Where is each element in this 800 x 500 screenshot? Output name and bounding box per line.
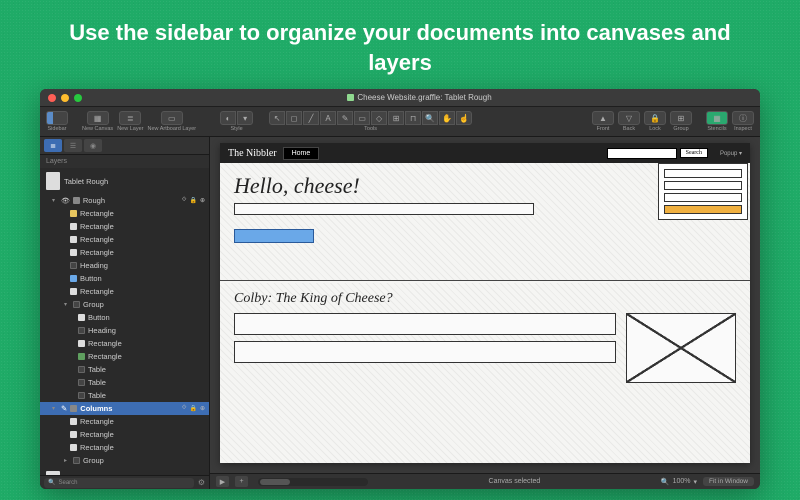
shape-tool[interactable]: ◻ [286, 111, 302, 125]
canvas-item-tablet-refined[interactable]: Tablet Refined [40, 467, 209, 475]
layer-item[interactable]: Rectangle [40, 246, 209, 259]
layer-item[interactable]: Rectangle [40, 428, 209, 441]
layer-item[interactable]: Rectangle [40, 233, 209, 246]
sidebar: ≣ ☰ ◉ Layers Tablet Rough ▾ Rough ⟐🔒⊕ Re… [40, 137, 210, 489]
canvas-page[interactable]: The Nibbler Home Search Popup ▾ Hello, c… [220, 143, 750, 463]
point-tool[interactable]: ◇ [371, 111, 387, 125]
canvas-thumbnail [46, 172, 60, 190]
window-title: Cheese Website.graffle: Tablet Rough [87, 93, 752, 102]
hand-tool[interactable]: ✋ [439, 111, 455, 125]
layer-item[interactable]: Table [40, 363, 209, 376]
toolbar: Sidebar ▦New Canvas ≣New Layer ▭New Artb… [40, 107, 760, 137]
layer-item[interactable]: Heading [40, 324, 209, 337]
stencils-button[interactable]: ▦Stencils [706, 111, 728, 132]
wireframe-rectangle [664, 181, 742, 190]
layer-item[interactable]: Rectangle [40, 441, 209, 454]
back-button[interactable]: ▽Back [618, 111, 640, 132]
canvas-viewport[interactable]: The Nibbler Home Search Popup ▾ Hello, c… [210, 137, 760, 473]
eye-icon[interactable] [61, 196, 70, 205]
wireframe-search-button: Search [680, 148, 708, 158]
magnet-tool[interactable]: ⊓ [405, 111, 421, 125]
pen-tool[interactable]: ✎ [337, 111, 353, 125]
canvas-item-tablet-rough[interactable]: Tablet Rough [40, 168, 209, 194]
statusbar: ▶ + Canvas selected 🔍 100% ▾ Fit in Wind… [210, 473, 760, 489]
layer-group[interactable]: ▾Group [40, 298, 209, 311]
sidebar-search[interactable]: 🔍 Search [44, 478, 194, 488]
add-button[interactable]: + [235, 476, 248, 487]
layer-item[interactable]: Button [40, 272, 209, 285]
sidebar-tab-outline[interactable]: ☰ [64, 139, 82, 152]
layer-item[interactable]: Rectangle [40, 350, 209, 363]
layer-item[interactable]: Button [40, 311, 209, 324]
document-icon [347, 94, 354, 101]
promo-headline: Use the sidebar to organize your documen… [0, 0, 800, 87]
wireframe-image-placeholder [626, 313, 736, 383]
canvas-area: The Nibbler Home Search Popup ▾ Hello, c… [210, 137, 760, 489]
layer-item[interactable]: Table [40, 389, 209, 402]
wireframe-section: Colby: The King of Cheese? [220, 283, 750, 463]
close-icon[interactable] [48, 94, 56, 102]
front-button[interactable]: ▲Front [592, 111, 614, 132]
layer-group[interactable]: ▸Group [40, 454, 209, 467]
sidebar-settings-icon[interactable]: ⚙ [198, 478, 205, 487]
text-tool[interactable]: A [320, 111, 336, 125]
wireframe-rectangle [234, 341, 616, 363]
stamp-tool[interactable]: ⊞ [388, 111, 404, 125]
wireframe-rectangle [234, 313, 616, 335]
app-window: Cheese Website.graffle: Tablet Rough Sid… [40, 89, 760, 489]
layer-columns[interactable]: ▾ Columns ⟐🔒⊕ [40, 402, 209, 415]
artboard-tool[interactable]: ▭ [354, 111, 370, 125]
wireframe-rectangle [664, 193, 742, 202]
lock-button[interactable]: 🔒Lock [644, 111, 666, 132]
new-canvas-button[interactable]: ▦New Canvas [82, 111, 113, 132]
style-picker[interactable]: ◐▾ Style [214, 111, 259, 132]
fit-in-window-button[interactable]: Fit in Window [703, 477, 754, 486]
inspect-button[interactable]: ⓘInspect [732, 111, 754, 132]
layer-item[interactable]: Heading [40, 259, 209, 272]
wireframe-navbar: The Nibbler Home Search Popup ▾ [220, 143, 750, 163]
layer-rough[interactable]: ▾ Rough ⟐🔒⊕ [40, 194, 209, 207]
layer-item[interactable]: Table [40, 376, 209, 389]
select-tool[interactable]: ↖ [269, 111, 285, 125]
wireframe-popup-panel [658, 163, 748, 220]
zoom-control[interactable]: 🔍 100% ▾ [661, 478, 697, 486]
wireframe-home-tab: Home [283, 147, 320, 160]
minimize-icon[interactable] [61, 94, 69, 102]
layer-item[interactable]: Rectangle [40, 207, 209, 220]
wireframe-hero: Hello, cheese! [220, 163, 750, 281]
selection-status: Canvas selected [489, 478, 541, 485]
layer-item[interactable]: Rectangle [40, 337, 209, 350]
layer-item[interactable]: Rectangle [40, 415, 209, 428]
sidebar-tab-selection[interactable]: ◉ [84, 139, 102, 152]
popup-label: Popup ▾ [720, 150, 742, 157]
wireframe-rectangle [664, 169, 742, 178]
wireframe-logo: The Nibbler [228, 148, 277, 159]
sidebar-tabs: ≣ ☰ ◉ [40, 137, 209, 155]
wireframe-search-box [607, 148, 677, 159]
new-layer-button[interactable]: ≣New Layer [117, 111, 143, 132]
titlebar: Cheese Website.graffle: Tablet Rough [40, 89, 760, 107]
sidebar-section-header: Layers [40, 155, 209, 168]
zoom-icon[interactable] [74, 94, 82, 102]
layer-item[interactable]: Rectangle [40, 285, 209, 298]
wireframe-rectangle [664, 205, 742, 214]
wireframe-section-heading: Colby: The King of Cheese? [234, 291, 736, 307]
new-artboard-layer-button[interactable]: ▭New Artboard Layer [147, 111, 196, 132]
tools-strip: ↖ ◻ ╱ A ✎ ▭ ◇ ⊞ ⊓ 🔍 ✋ ☝ Tools [263, 111, 478, 132]
wireframe-button [234, 229, 314, 243]
horizontal-scrollbar[interactable] [258, 478, 368, 486]
wireframe-rectangle [234, 203, 534, 215]
browse-tool[interactable]: ☝ [456, 111, 472, 125]
layer-tree: Tablet Rough ▾ Rough ⟐🔒⊕ Rectangle Recta… [40, 168, 209, 475]
sidebar-footer: 🔍 Search ⚙ [40, 475, 209, 489]
sidebar-tab-layers[interactable]: ≣ [44, 139, 62, 152]
line-tool[interactable]: ╱ [303, 111, 319, 125]
zoom-tool[interactable]: 🔍 [422, 111, 438, 125]
sidebar-toggle-button[interactable]: Sidebar [46, 111, 68, 132]
pencil-icon [61, 404, 67, 413]
group-button[interactable]: ⊞Group [670, 111, 692, 132]
presentation-mode-button[interactable]: ▶ [216, 476, 229, 487]
layer-item[interactable]: Rectangle [40, 220, 209, 233]
